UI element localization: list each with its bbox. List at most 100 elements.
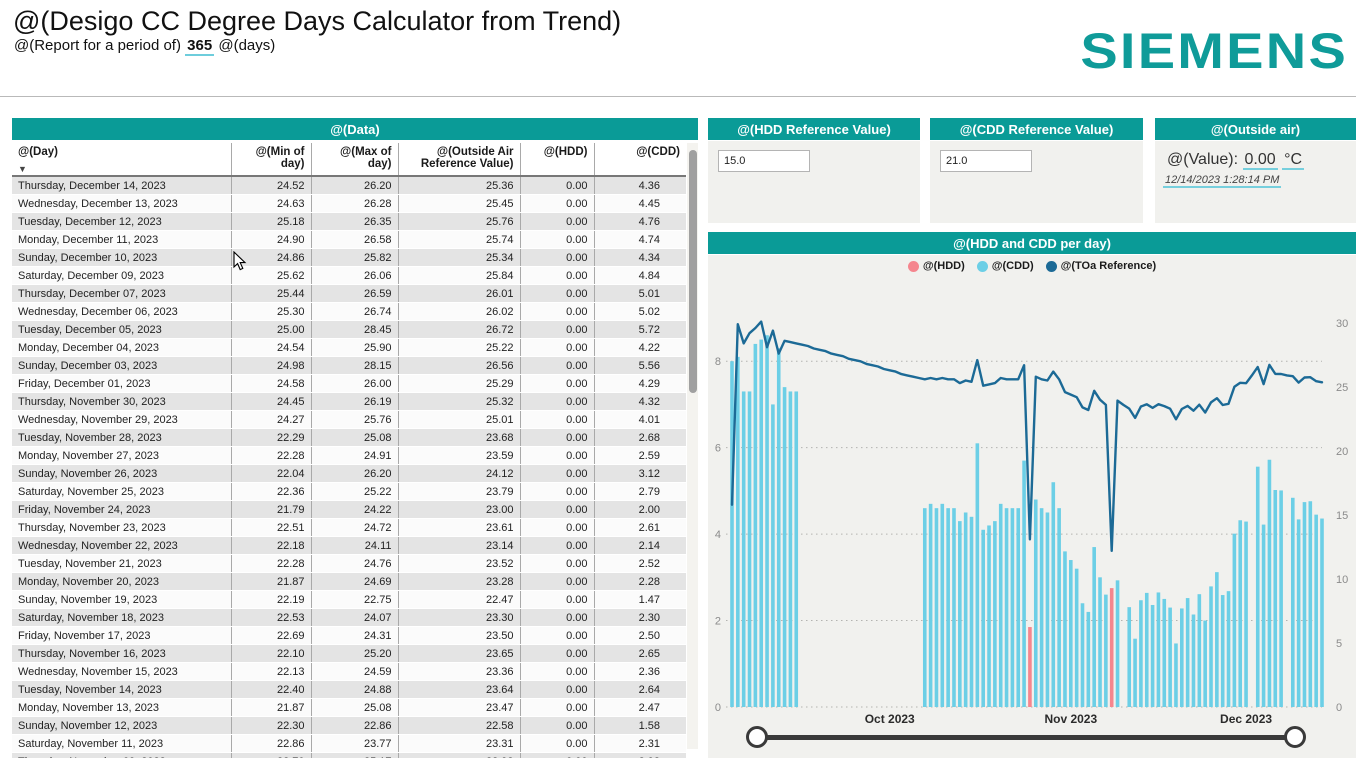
cdd-bar — [1005, 508, 1009, 707]
left-axis-tick-label: 2 — [715, 616, 721, 628]
table-cell: 25.34 — [398, 249, 520, 267]
table-cell: 24.07 — [311, 609, 398, 627]
table-cell: 2.50 — [594, 627, 686, 645]
table-cell: 0.00 — [520, 537, 594, 555]
slider-handle-right[interactable] — [1284, 726, 1306, 748]
hdd-reference-input[interactable] — [718, 150, 810, 172]
table-cell: 2.61 — [594, 519, 686, 537]
table-cell: Sunday, November 19, 2023 — [12, 591, 231, 609]
table-row: Wednesday, November 15, 202322.1324.5923… — [12, 663, 686, 681]
table-cell: 0.00 — [520, 231, 594, 249]
cdd-bar — [1273, 490, 1277, 707]
table-cell: Tuesday, December 05, 2023 — [12, 321, 231, 339]
cdd-bar — [1192, 614, 1196, 707]
table-cell: 24.90 — [231, 231, 311, 249]
table-cell: Sunday, November 12, 2023 — [12, 717, 231, 735]
slider-handle-left[interactable] — [746, 726, 768, 748]
cdd-bar — [1309, 501, 1313, 707]
cdd-bar — [1016, 508, 1020, 707]
table-cell: 2.31 — [594, 735, 686, 753]
table-cell: 22.47 — [398, 591, 520, 609]
cdd-bar — [730, 361, 734, 707]
table-cell: 0.00 — [520, 573, 594, 591]
column-header-cdd[interactable]: @(CDD) — [594, 143, 686, 176]
table-cell: 0.00 — [520, 663, 594, 681]
cdd-bar — [1215, 572, 1219, 707]
table-cell: 4.76 — [594, 213, 686, 231]
table-cell: 2.28 — [594, 573, 686, 591]
table-cell: 0.00 — [520, 483, 594, 501]
cdd-bar — [1081, 603, 1085, 707]
table-cell: Thursday, December 14, 2023 — [12, 176, 231, 195]
table-cell: 24.69 — [311, 573, 398, 591]
cdd-bar — [1151, 605, 1155, 707]
table-row: Friday, November 17, 202322.6924.3123.50… — [12, 627, 686, 645]
table-cell: 2.65 — [594, 645, 686, 663]
column-header-max[interactable]: @(Max of day) — [311, 143, 398, 176]
table-cell: 4.01 — [594, 411, 686, 429]
table-cell: Friday, November 24, 2023 — [12, 501, 231, 519]
table-cell: 2.79 — [594, 483, 686, 501]
data-table-body: Thursday, December 14, 202324.5226.2025.… — [12, 176, 686, 758]
hdd-reference-panel-header: @(HDD Reference Value) — [708, 118, 920, 140]
table-cell: 0.00 — [520, 375, 594, 393]
cdd-bar — [1174, 643, 1178, 707]
table-scrollbar-thumb[interactable] — [689, 150, 697, 393]
slider-track[interactable] — [757, 735, 1295, 740]
table-cell: 23.52 — [398, 555, 520, 573]
table-cell: 26.20 — [311, 176, 398, 195]
column-header-hdd[interactable]: @(HDD) — [520, 143, 594, 176]
table-cell: 24.11 — [311, 537, 398, 555]
table-cell: 2.52 — [594, 555, 686, 573]
outside-air-value[interactable]: 0.00 — [1243, 151, 1278, 170]
table-cell: Wednesday, November 15, 2023 — [12, 663, 231, 681]
column-header-day[interactable]: @(Day) ▼ — [12, 143, 231, 176]
column-header-min[interactable]: @(Min of day) — [231, 143, 311, 176]
table-cell: 23.28 — [398, 573, 520, 591]
cdd-bar — [1279, 490, 1283, 707]
cdd-bar — [923, 508, 927, 707]
table-cell: 0.00 — [520, 609, 594, 627]
table-cell: 0.00 — [520, 447, 594, 465]
table-cell: 23.14 — [398, 537, 520, 555]
table-cell: 0.00 — [520, 681, 594, 699]
table-cell: 26.74 — [311, 303, 398, 321]
cdd-bar — [1046, 512, 1050, 707]
table-cell: 0.00 — [520, 249, 594, 267]
table-row: Monday, November 20, 202321.8724.6923.28… — [12, 573, 686, 591]
report-period-line: @(Report for a period of) 365 @(days) — [14, 37, 275, 54]
table-cell: 1.58 — [594, 717, 686, 735]
table-row: Sunday, November 12, 202322.3022.8622.58… — [12, 717, 686, 735]
table-cell: 24.12 — [398, 465, 520, 483]
table-cell: 0.00 — [520, 717, 594, 735]
cdd-bar — [759, 340, 763, 707]
cdd-reference-input[interactable] — [940, 150, 1032, 172]
table-cell: 24.22 — [311, 501, 398, 519]
table-cell: 21.79 — [231, 501, 311, 519]
cdd-bar — [783, 387, 787, 707]
table-header-row: @(Day) ▼ @(Min of day) @(Max of day) @(O… — [12, 143, 686, 176]
table-cell: 26.72 — [398, 321, 520, 339]
table-cell: 2.47 — [594, 699, 686, 717]
cdd-reference-panel-header: @(CDD Reference Value) — [930, 118, 1143, 140]
period-value-link[interactable]: 365 — [185, 37, 214, 56]
table-cell: 22.70 — [231, 753, 311, 758]
table-row: Wednesday, December 06, 202325.3026.7426… — [12, 303, 686, 321]
table-row: Tuesday, November 21, 202322.2824.7623.5… — [12, 555, 686, 573]
table-cell: Monday, November 13, 2023 — [12, 699, 231, 717]
cdd-bar — [1303, 502, 1307, 707]
table-cell: 25.00 — [231, 321, 311, 339]
sort-descending-icon[interactable]: ▼ — [18, 165, 225, 173]
table-cell: 2.93 — [594, 753, 686, 758]
table-cell: 25.01 — [398, 411, 520, 429]
table-cell: 25.44 — [231, 285, 311, 303]
table-row: Saturday, November 18, 202322.5324.0723.… — [12, 609, 686, 627]
table-row: Wednesday, November 29, 202324.2725.7625… — [12, 411, 686, 429]
cdd-bar — [935, 508, 939, 707]
column-header-oar[interactable]: @(Outside Air Reference Value) — [398, 143, 520, 176]
table-cell: 2.14 — [594, 537, 686, 555]
outside-air-timestamp[interactable]: 12/14/2023 1:28:14 PM — [1163, 174, 1281, 188]
table-cell: 22.10 — [231, 645, 311, 663]
cdd-bar — [1256, 467, 1260, 707]
table-cell: 4.29 — [594, 375, 686, 393]
